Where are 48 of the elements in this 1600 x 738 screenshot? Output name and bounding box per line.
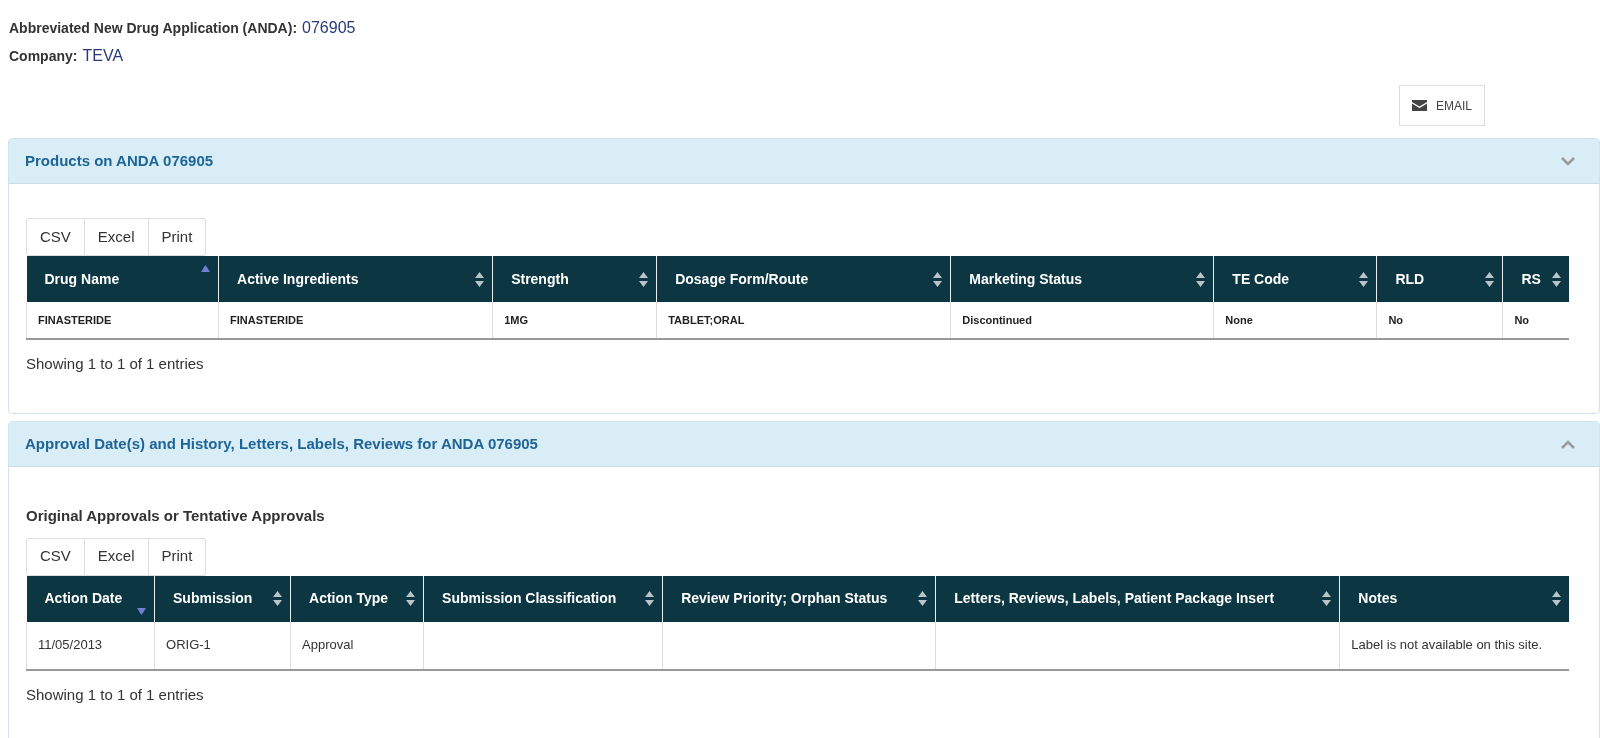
application-number: 076905 [302,18,356,38]
table-info: Showing 1 to 1 of 1 entries [26,684,205,705]
panel-title: Products on ANDA 076905 [25,150,214,171]
export-button[interactable]: Print [148,537,207,576]
column-header[interactable]: Notes [1339,575,1569,622]
export-button[interactable]: Excel [84,218,149,256]
cell-text: Discontinued [962,313,1032,326]
export-button[interactable]: Excel [84,537,149,576]
chevron-up-icon[interactable] [1561,439,1575,449]
column-header[interactable]: Submission Classification [423,575,663,622]
cell-text: No [1388,313,1404,326]
export-button[interactable]: CSV [26,218,85,256]
company-name: TEVA [82,46,124,66]
export-button[interactable]: Print [148,218,207,256]
cell-text: 11/05/2013 [38,637,103,653]
cell-text: FINASTERIDE [230,313,304,326]
cell-text: 1MG [504,313,528,326]
column-header[interactable]: Drug Name [26,256,219,302]
column-header[interactable]: Letters, Reviews, Labels, Patient Package Insert [935,575,1340,622]
column-header[interactable]: Submission [154,575,291,622]
table-info: Showing 1 to 1 of 1 entries [26,354,205,374]
column-header[interactable]: Active Ingredients [218,256,493,302]
column-header[interactable]: RLD [1376,256,1503,302]
application-label: Abbreviated New Drug Application (ANDA): [9,19,298,38]
cell-text: No [1514,313,1530,326]
column-header[interactable]: Review Priority; Orphan Status [662,575,936,622]
column-header[interactable]: TE Code [1213,256,1377,302]
company-label: Company: [9,47,78,66]
panel-header[interactable]: Products on ANDA 076905 [9,139,1599,184]
cell-text: Approval [302,637,354,653]
column-header[interactable]: Marketing Status [950,256,1214,302]
export-button[interactable]: CSV [26,537,85,576]
column-header[interactable]: Strength [492,256,657,302]
column-header[interactable]: RS [1502,256,1569,302]
panel-title: Approval Date(s) and History, Letters, Labels, Reviews for ANDA 076905 [25,433,538,454]
cell-text: ORIG-1 [166,637,211,653]
column-header[interactable]: Action Type [290,575,424,622]
envelope-icon [1412,100,1427,111]
panel-header[interactable]: Approval Date(s) and History, Letters, Labels, Reviews for ANDA 076905 [9,422,1599,467]
section-heading: Original Approvals or Tentative Approvals [26,506,326,526]
cell-text: Label is not available on this site. [1351,637,1543,653]
cell-text: FINASTERIDE [38,313,112,326]
cell-text: None [1225,313,1253,326]
column-header[interactable]: Action Date [26,575,155,622]
email-button[interactable]: EMAIL [1399,85,1485,126]
chevron-down-icon[interactable] [1561,156,1575,166]
column-header[interactable]: Dosage Form/Route [656,256,951,302]
cell-text: TABLET;ORAL [668,313,745,326]
